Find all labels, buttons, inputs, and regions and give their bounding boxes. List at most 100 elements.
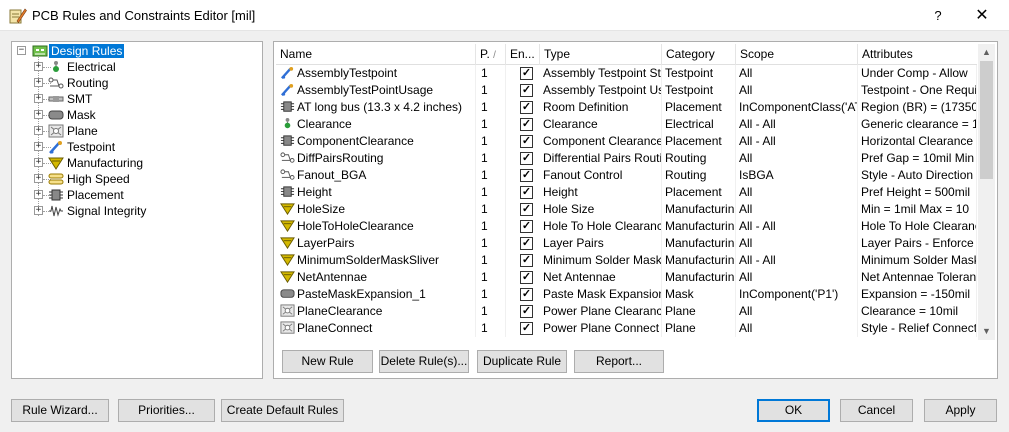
tree-node-mask[interactable]: + Mask	[34, 107, 254, 123]
enabled-checkbox[interactable]: ✓	[520, 237, 533, 250]
tree-node-high-speed[interactable]: + High Speed	[34, 171, 254, 187]
cell-name[interactable]: ComponentClearance	[294, 133, 476, 150]
table-row[interactable]: PlaneConnect 1 ✓ Power Plane Connect S Plane…	[276, 320, 977, 337]
column-header-type[interactable]: Type	[540, 44, 662, 65]
expand-icon[interactable]: +	[34, 110, 43, 119]
cell-name[interactable]: AT long bus (13.3 x 4.2 inches)	[294, 99, 476, 116]
table-row[interactable]: Fanout_BGA 1 ✓ Fanout Control Routing IsBGA St…	[276, 167, 977, 184]
cell-name[interactable]: Height	[294, 184, 476, 201]
tree-node-testpoint[interactable]: + Testpoint	[34, 139, 254, 155]
cell-name[interactable]: NetAntennae	[294, 269, 476, 286]
table-row[interactable]: DiffPairsRouting 1 ✓ Differential Pairs Rou…	[276, 150, 977, 167]
ok-button[interactable]: OK	[757, 399, 830, 422]
collapse-icon[interactable]: −	[17, 46, 26, 55]
new-rule-button[interactable]: New Rule	[282, 350, 373, 373]
expand-icon[interactable]: +	[34, 190, 43, 199]
scroll-down-icon[interactable]: ▼	[978, 323, 995, 340]
tree-label-design-rules[interactable]: Design Rules	[49, 44, 125, 58]
tree-label-high-speed[interactable]: High Speed	[65, 172, 132, 186]
cell-name[interactable]: Fanout_BGA	[294, 167, 476, 184]
cell-name[interactable]: PlaneConnect	[294, 320, 476, 337]
cell-name[interactable]: PlaneClearance	[294, 303, 476, 320]
delete-rules-button[interactable]: Delete Rule(s)...	[379, 350, 469, 373]
tree-node-placement[interactable]: + Placement	[34, 187, 254, 203]
apply-button[interactable]: Apply	[924, 399, 997, 422]
scroll-thumb[interactable]	[980, 61, 993, 179]
tree-label-routing[interactable]: Routing	[65, 76, 110, 90]
grid-vertical-scrollbar[interactable]: ▲ ▼	[978, 44, 995, 340]
table-row[interactable]: PlaneClearance 1 ✓ Power Plane Clearance Pla…	[276, 303, 977, 320]
tree-node-manufacturing[interactable]: + Manufacturing	[34, 155, 254, 171]
tree-node-routing[interactable]: + Routing	[34, 75, 254, 91]
enabled-checkbox[interactable]: ✓	[520, 186, 533, 199]
cell-name[interactable]: HoleSize	[294, 201, 476, 218]
cancel-button[interactable]: Cancel	[840, 399, 913, 422]
enabled-checkbox[interactable]: ✓	[520, 254, 533, 267]
expand-icon[interactable]: +	[34, 174, 43, 183]
tree-label-signal-integrity[interactable]: Signal Integrity	[65, 204, 148, 218]
tree-node-smt[interactable]: + SMT	[34, 91, 254, 107]
cell-name[interactable]: AssemblyTestpoint	[294, 65, 476, 82]
close-button[interactable]: ✕	[962, 0, 1002, 31]
tree-label-manufacturing[interactable]: Manufacturing	[65, 156, 145, 170]
cell-name[interactable]: MinimumSolderMaskSliver	[294, 252, 476, 269]
enabled-checkbox[interactable]: ✓	[520, 203, 533, 216]
enabled-checkbox[interactable]: ✓	[520, 67, 533, 80]
priorities-button[interactable]: Priorities...	[118, 399, 215, 422]
column-header-scope[interactable]: Scope	[736, 44, 858, 65]
tree-label-plane[interactable]: Plane	[65, 124, 100, 138]
tree-node-plane[interactable]: + Plane	[34, 123, 254, 139]
expand-icon[interactable]: +	[34, 62, 43, 71]
rule-wizard-button[interactable]: Rule Wizard...	[11, 399, 109, 422]
column-header-attributes[interactable]: Attributes	[858, 44, 977, 65]
report-button[interactable]: Report...	[574, 350, 664, 373]
enabled-checkbox[interactable]: ✓	[520, 118, 533, 131]
duplicate-rule-button[interactable]: Duplicate Rule	[477, 350, 567, 373]
table-row[interactable]: Height 1 ✓ Height Placement All Pref Height = …	[276, 184, 977, 201]
tree-label-mask[interactable]: Mask	[65, 108, 98, 122]
table-row[interactable]: HoleToHoleClearance 1 ✓ Hole To Hole Cleara…	[276, 218, 977, 235]
rules-tree[interactable]: − Design Rules + Electrical + Routing + SMT + M…	[11, 41, 263, 379]
expand-icon[interactable]: +	[34, 94, 43, 103]
table-row[interactable]: NetAntennae 1 ✓ Net Antennae Manufacturin All…	[276, 269, 977, 286]
table-row[interactable]: AT long bus (13.3 x 4.2 inches) 1 ✓ Room De…	[276, 99, 977, 116]
enabled-checkbox[interactable]: ✓	[520, 220, 533, 233]
column-header-name[interactable]: Name	[276, 44, 476, 65]
tree-label-placement[interactable]: Placement	[65, 188, 126, 202]
cell-name[interactable]: HoleToHoleClearance	[294, 218, 476, 235]
expand-icon[interactable]: +	[34, 78, 43, 87]
cell-name[interactable]: AssemblyTestPointUsage	[294, 82, 476, 99]
tree-label-electrical[interactable]: Electrical	[65, 60, 118, 74]
cell-name[interactable]: PasteMaskExpansion_1	[294, 286, 476, 303]
column-header-priority[interactable]: P. /	[476, 44, 506, 65]
enabled-checkbox[interactable]: ✓	[520, 271, 533, 284]
rules-grid[interactable]: Name P. / En... Type Category Scope Attr…	[276, 44, 977, 340]
column-header-category[interactable]: Category	[662, 44, 736, 65]
cell-name[interactable]: LayerPairs	[294, 235, 476, 252]
enabled-checkbox[interactable]: ✓	[520, 288, 533, 301]
table-row[interactable]: PasteMaskExpansion_1 1 ✓ Paste Mask Expansi…	[276, 286, 977, 303]
table-row[interactable]: LayerPairs 1 ✓ Layer Pairs Manufacturin All La…	[276, 235, 977, 252]
table-row[interactable]: AssemblyTestpoint 1 ✓ Assembly Testpoint St…	[276, 65, 977, 82]
enabled-checkbox[interactable]: ✓	[520, 169, 533, 182]
expand-icon[interactable]: +	[34, 206, 43, 215]
scroll-up-icon[interactable]: ▲	[978, 44, 995, 61]
enabled-checkbox[interactable]: ✓	[520, 135, 533, 148]
column-header-enabled[interactable]: En...	[506, 44, 540, 65]
table-row[interactable]: ComponentClearance 1 ✓ Component Clearance P…	[276, 133, 977, 150]
cell-name[interactable]: DiffPairsRouting	[294, 150, 476, 167]
cell-name[interactable]: Clearance	[294, 116, 476, 133]
enabled-checkbox[interactable]: ✓	[520, 152, 533, 165]
tree-label-smt[interactable]: SMT	[65, 92, 94, 106]
expand-icon[interactable]: +	[34, 158, 43, 167]
enabled-checkbox[interactable]: ✓	[520, 101, 533, 114]
table-row[interactable]: Clearance 1 ✓ Clearance Electrical All - All G…	[276, 116, 977, 133]
table-row[interactable]: HoleSize 1 ✓ Hole Size Manufacturin All Min = …	[276, 201, 977, 218]
help-button[interactable]: ?	[918, 0, 958, 31]
enabled-checkbox[interactable]: ✓	[520, 322, 533, 335]
tree-node-design-rules[interactable]: − Design Rules	[15, 43, 255, 59]
expand-icon[interactable]: +	[34, 142, 43, 151]
table-row[interactable]: MinimumSolderMaskSliver 1 ✓ Minimum Solder …	[276, 252, 977, 269]
expand-icon[interactable]: +	[34, 126, 43, 135]
table-row[interactable]: AssemblyTestPointUsage 1 ✓ Assembly Testpoi…	[276, 82, 977, 99]
